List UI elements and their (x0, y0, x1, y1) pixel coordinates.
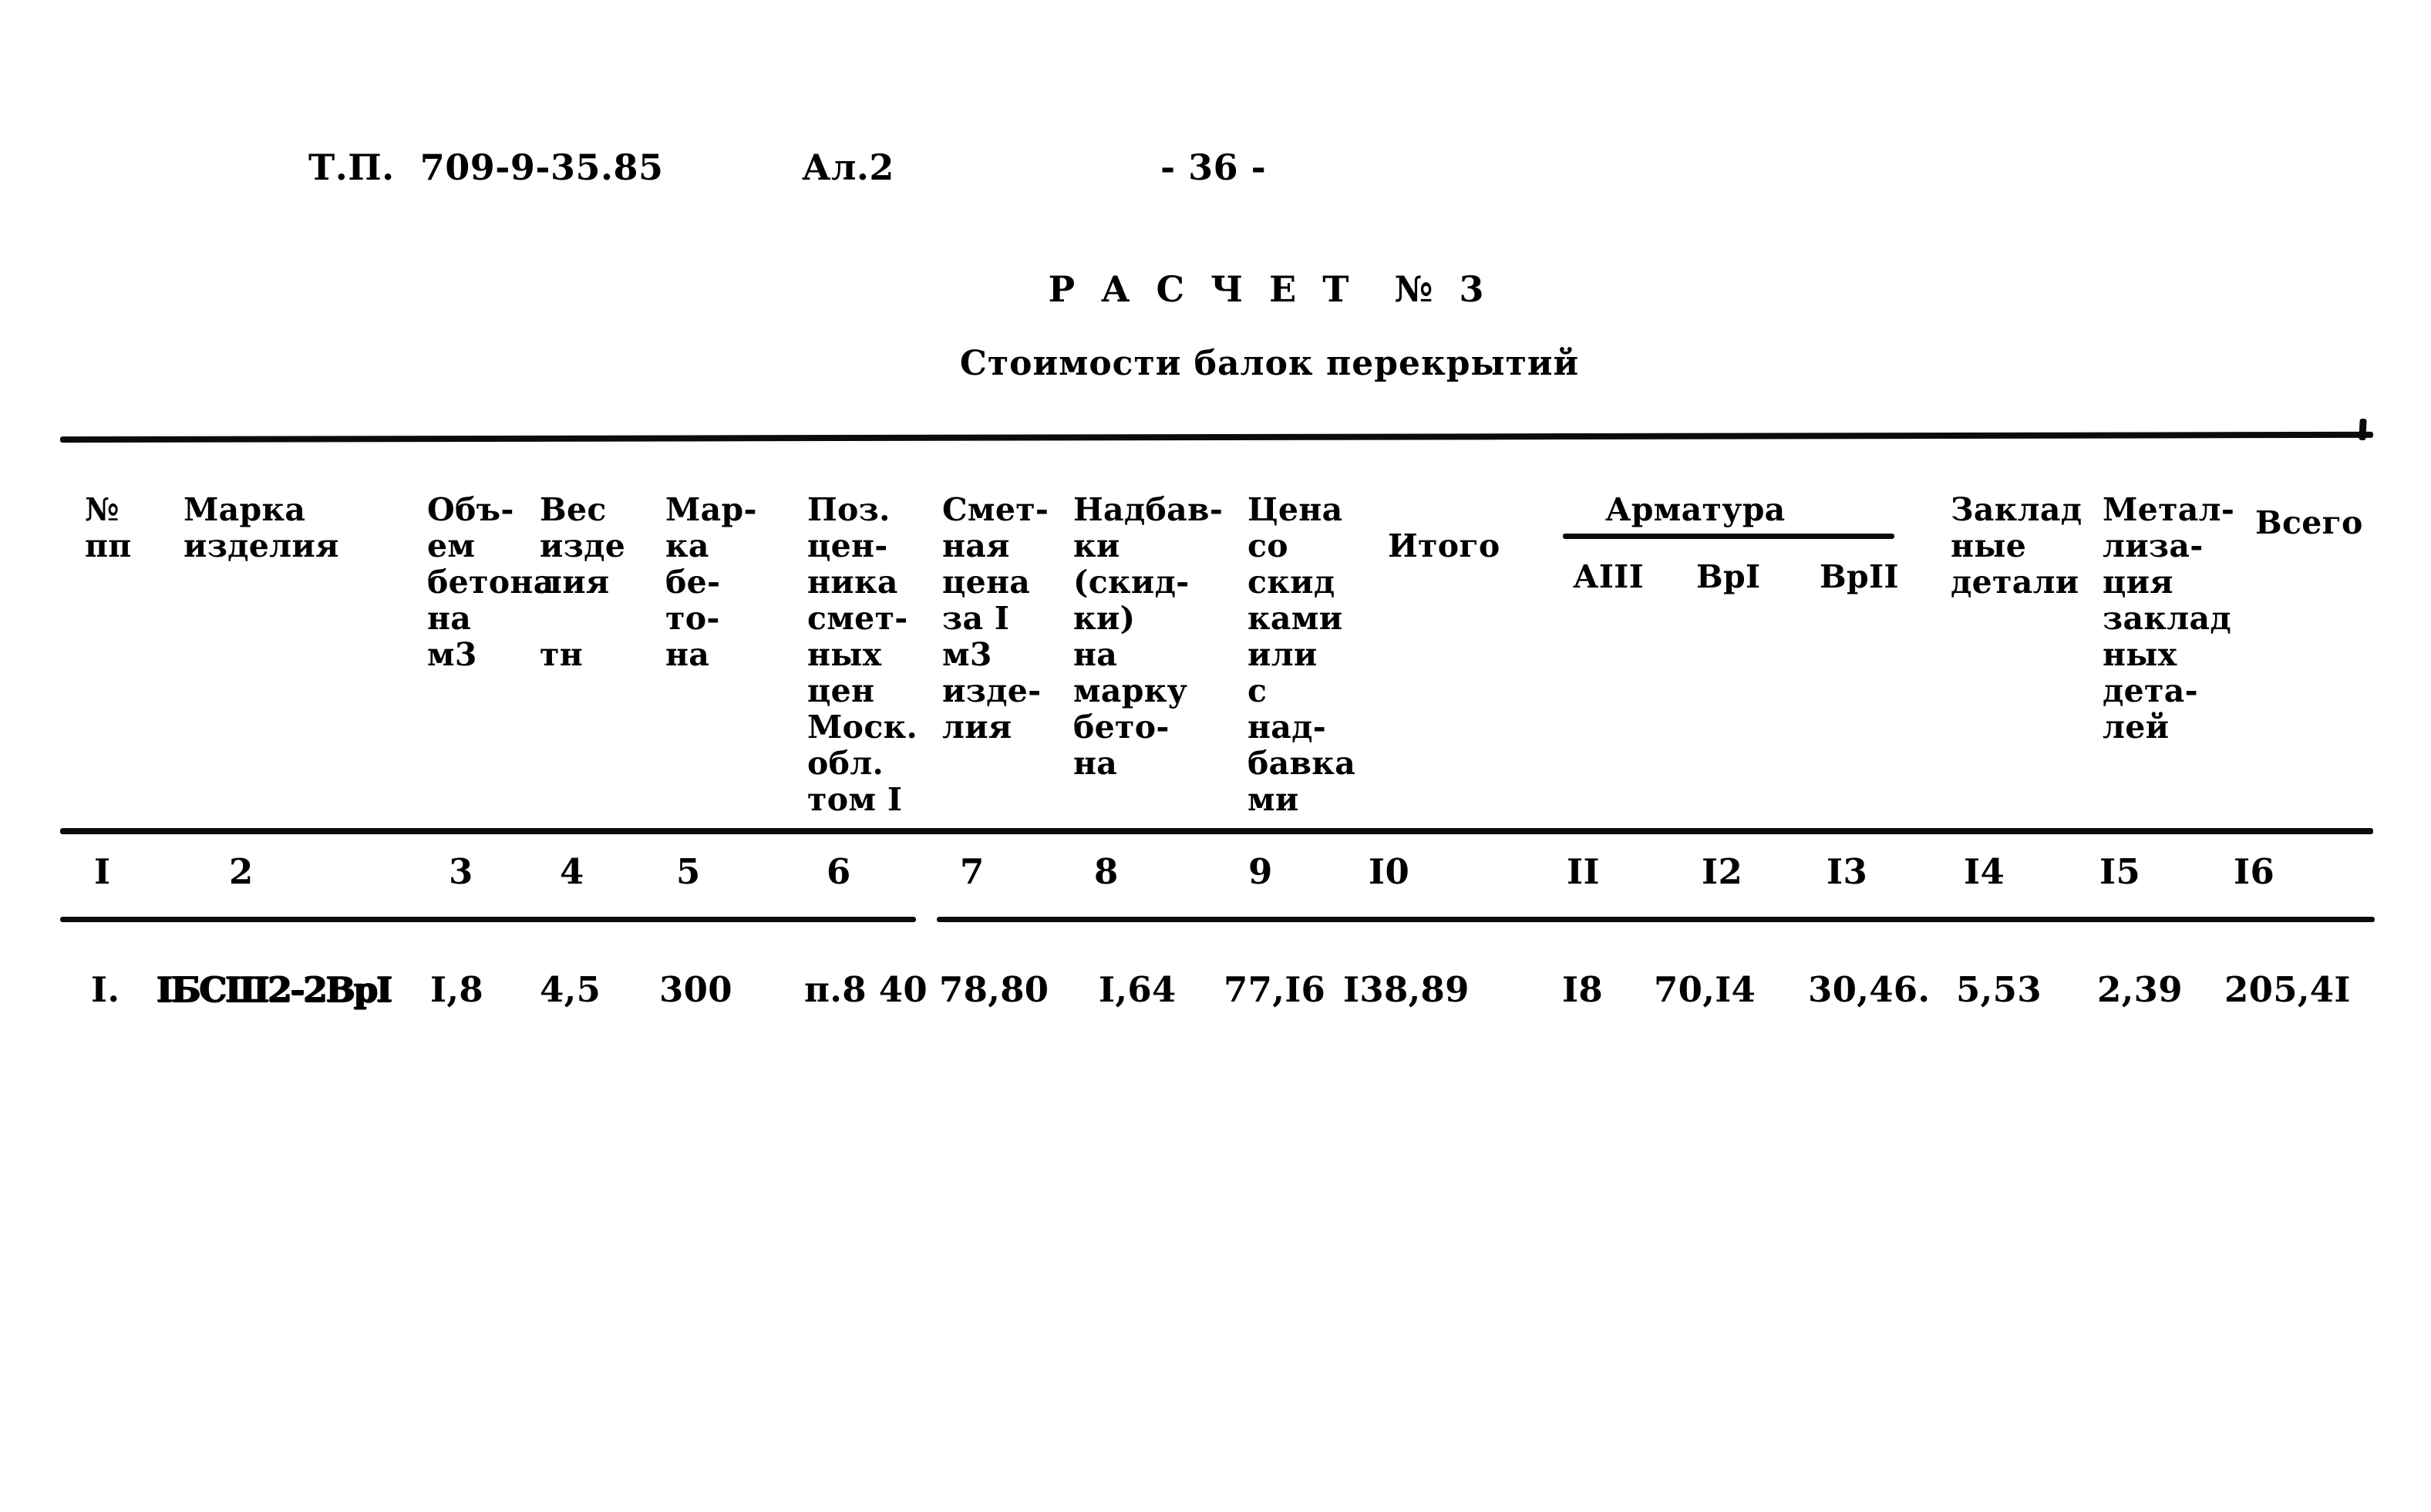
column-number-7: 7 (960, 851, 985, 892)
cell-row0-col10: I38,89 (1343, 969, 1470, 1010)
column-number-3: 3 (449, 851, 473, 892)
page-number: - 36 - (1160, 146, 1267, 188)
cell-row0-col7: 78,80 (939, 969, 1049, 1010)
column-header-15: Метал- лиза- ция заклад ных дета- лей (2103, 491, 2235, 746)
column-header-2: Марка изделия (184, 491, 339, 564)
cell-row0-col5: 300 (659, 969, 732, 1010)
cell-row0-col13: 30,46. (1808, 969, 1931, 1010)
cell-row0-col16: 205,4I (2224, 969, 2351, 1010)
column-number-1: I (94, 851, 111, 892)
column-header-6: Поз. цен- ника смет- ных цен Моск. обл. … (807, 491, 918, 818)
column-number-6: 6 (827, 851, 851, 892)
cell-row0-col1: I. (91, 969, 120, 1010)
table-header-bottom-rule (60, 828, 2373, 834)
column-header-7: Смет- ная цена за I м3 изде- лия (942, 491, 1049, 746)
column-header-11: АIII (1573, 558, 1645, 595)
table-numbers-rule-left (60, 917, 916, 922)
column-header-10: Итого (1388, 527, 1500, 564)
table-top-rule-tick (2359, 418, 2367, 441)
column-number-8: 8 (1094, 851, 1119, 892)
column-number-11: II (1567, 851, 1601, 892)
column-number-4: 4 (560, 851, 584, 892)
cell-row0-col9: 77,I6 (1224, 969, 1326, 1010)
column-number-13: I3 (1827, 851, 1868, 892)
document-code: Т.П. 709-9-35.85 (308, 146, 664, 188)
column-number-15: I5 (2099, 851, 2141, 892)
column-header-5: Мар- ка бе- то- на (665, 491, 757, 673)
column-number-10: I0 (1369, 851, 1410, 892)
column-header-13: ВрII (1820, 558, 1899, 595)
document-page: Т.П. 709-9-35.85 Ал.2 - 36 - Р А С Ч Е Т… (0, 0, 2431, 1512)
calculation-title: Р А С Ч Е Т № 3 (1048, 268, 1491, 310)
column-number-9: 9 (1248, 851, 1273, 892)
column-number-12: I2 (1702, 851, 1743, 892)
column-number-14: I4 (1964, 851, 2005, 892)
column-group-header-armatura: Арматура (1605, 491, 1786, 528)
cell-row0-col2: IБСШ2-2ВрI (157, 969, 392, 1010)
cell-row0-col4: 4,5 (540, 969, 601, 1010)
column-header-9: Цена со скид ками или с над- бавка ми (1247, 491, 1356, 818)
cell-row0-col3: I,8 (430, 969, 483, 1010)
column-header-16: Всего (2255, 504, 2363, 541)
cell-row0-col14: 5,53 (1956, 969, 2042, 1010)
column-number-5: 5 (676, 851, 701, 892)
column-header-12: ВрI (1696, 558, 1761, 595)
column-header-3: Объ- ем бетона на м3 (427, 491, 554, 673)
column-header-14: Заклад ные детали (1951, 491, 2083, 601)
column-number-2: 2 (229, 851, 254, 892)
column-header-8: Надбав- ки (скид- ки) на марку бето- на (1073, 491, 1224, 782)
cell-row0-col11: I8 (1562, 969, 1603, 1010)
cell-row0-col6: п.8 40 (804, 969, 928, 1010)
calculation-subtitle: Стоимости балок перекрытий (959, 344, 1580, 383)
table-numbers-rule-right (937, 917, 2375, 922)
album-label: Ал.2 (802, 146, 894, 188)
cell-row0-col15: 2,39 (2097, 969, 2183, 1010)
column-header-4: Вес изде лия тн (540, 491, 626, 673)
cell-row0-col12: 70,I4 (1654, 969, 1756, 1010)
column-number-16: I6 (2234, 851, 2275, 892)
armatura-span-rule (1563, 534, 1894, 539)
table-top-rule (59, 431, 2374, 443)
column-header-1: № пп (85, 491, 132, 564)
running-head: Т.П. 709-9-35.85 Ал.2 - 36 - (308, 140, 2159, 194)
cell-row0-col8: I,64 (1099, 969, 1177, 1010)
